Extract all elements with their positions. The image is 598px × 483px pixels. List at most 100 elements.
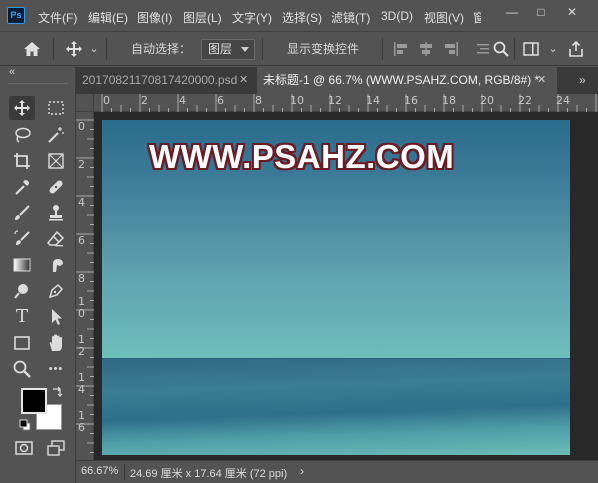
divider [8, 83, 68, 84]
pen-tool[interactable] [43, 279, 69, 303]
magic-wand-icon [48, 127, 64, 143]
status-menu-arrow-icon[interactable]: › [300, 464, 304, 478]
gradient-tool[interactable] [9, 253, 35, 277]
status-bar: 66.67% 24.69 厘米 x 17.64 厘米 (72 ppi) › [76, 460, 598, 483]
zoom-level-field[interactable]: 66.67% [81, 465, 118, 477]
align-center-icon [420, 42, 432, 56]
share-icon [569, 40, 583, 57]
eyedropper-tool[interactable] [9, 175, 35, 199]
auto-select-label: 自动选择： [131, 42, 192, 56]
type-tool[interactable]: T [9, 305, 35, 329]
frame-tool[interactable] [43, 149, 69, 173]
workspace-button[interactable] [521, 37, 541, 61]
clone-stamp-tool[interactable] [43, 201, 69, 225]
pen-icon [48, 283, 64, 299]
chevron-down-icon[interactable]: ⌄ [546, 37, 560, 61]
minimize-button[interactable]: — [501, 4, 523, 20]
ruler-label: 12 [328, 94, 342, 107]
home-button[interactable] [19, 37, 45, 61]
divider [262, 38, 263, 60]
move-tool-preset-button[interactable] [62, 37, 86, 61]
rectangle-tool[interactable] [9, 331, 35, 355]
hand-tool[interactable] [43, 331, 69, 355]
crop-tool[interactable] [9, 149, 35, 173]
tab-psd-file[interactable]: 20170821170817420000.psd ✕ [76, 67, 256, 94]
path-selection-tool[interactable] [43, 305, 69, 329]
ruler-label: 1 6 [78, 409, 85, 434]
marquee-tool[interactable] [43, 96, 69, 120]
align-right-button[interactable] [442, 37, 460, 61]
chevron-down-icon[interactable]: ⌄ [87, 37, 101, 61]
default-colors-icon[interactable] [19, 419, 31, 431]
menu-image[interactable]: 图像(I) [137, 9, 172, 26]
menu-layer[interactable]: 图层(L) [183, 9, 222, 26]
tab-untitled-1[interactable]: 未标题-1 @ 66.7% (WWW.PSAHZ.COM, RGB/8#) * … [257, 67, 557, 94]
document-tabs: 20170821170817420000.psd ✕ 未标题-1 @ 66.7%… [76, 67, 598, 94]
ruler-label: 1 2 [78, 333, 85, 358]
move-tool[interactable] [9, 96, 35, 120]
frame-icon [48, 153, 64, 169]
ruler-label: 1 0 [78, 295, 85, 320]
ruler-label: 20 [480, 94, 494, 107]
menu-3d[interactable]: 3D(D) [381, 9, 413, 23]
dodge-tool[interactable] [9, 279, 35, 303]
crop-icon [14, 153, 30, 169]
distribute-button[interactable] [475, 37, 491, 61]
menu-window[interactable]: 窗 [473, 9, 481, 26]
menu-filter[interactable]: 滤镜(T) [331, 9, 370, 26]
tab-label: 未标题-1 @ 66.7% (WWW.PSAHZ.COM, RGB/8#) * [263, 73, 540, 87]
smudge-icon [53, 259, 63, 272]
tabs-overflow-icon[interactable]: » [579, 73, 586, 87]
menu-view[interactable]: 视图(V) [424, 9, 464, 26]
chevron-down-icon [241, 47, 249, 52]
smudge-tool[interactable] [43, 253, 69, 277]
eraser-icon [47, 230, 65, 247]
menu-edit[interactable]: 编辑(E) [88, 9, 128, 26]
swap-colors-icon[interactable] [52, 386, 63, 397]
divider [382, 38, 383, 60]
menu-type[interactable]: 文字(Y) [232, 9, 272, 26]
ruler-label: 0 [103, 94, 110, 107]
collapse-panel-icon[interactable]: « [9, 66, 15, 78]
quick-mask-button[interactable] [11, 436, 37, 460]
quick-mask-icon [15, 441, 33, 455]
auto-select-target-dropdown[interactable]: 图层 [201, 39, 255, 60]
search-button[interactable] [492, 37, 510, 61]
ruler-label: 18 [442, 94, 456, 107]
share-button[interactable] [565, 37, 587, 61]
screen-mode-button[interactable] [43, 436, 69, 460]
ruler-label: 4 [179, 94, 186, 107]
history-brush-tool[interactable] [9, 227, 35, 251]
move-icon [14, 100, 30, 116]
close-window-button[interactable]: ✕ [561, 4, 583, 20]
foreground-color-swatch[interactable] [21, 388, 47, 414]
horizontal-ruler[interactable]: 0 2 4 6 8 10 12 14 16 18 20 22 24 [94, 94, 598, 112]
zoom-tool[interactable] [9, 357, 35, 381]
menu-file[interactable]: 文件(F) [38, 9, 77, 26]
align-center-button[interactable] [417, 37, 435, 61]
gradient-icon [13, 258, 31, 272]
magic-wand-tool[interactable] [43, 123, 69, 147]
close-icon[interactable]: ✕ [537, 67, 546, 94]
ruler-label: 10 [290, 94, 304, 107]
photoshop-logo-icon[interactable]: Ps [7, 7, 25, 24]
document-canvas[interactable]: WWW.PSAHZ.COM [102, 120, 570, 455]
eraser-tool[interactable] [43, 227, 69, 251]
lasso-tool[interactable] [9, 123, 35, 147]
menu-select[interactable]: 选择(S) [282, 9, 322, 26]
rectangle-icon [14, 336, 30, 350]
close-icon[interactable]: ✕ [239, 67, 248, 94]
more-tools-button[interactable]: ••• [43, 357, 69, 381]
zoom-icon [13, 360, 31, 378]
divider [53, 38, 54, 60]
maximize-button[interactable]: □ [530, 4, 552, 20]
align-left-button[interactable] [392, 37, 410, 61]
brush-tool[interactable] [9, 201, 35, 225]
watermark-text-layer[interactable]: WWW.PSAHZ.COM [149, 138, 454, 176]
vertical-ruler[interactable]: 0 2 4 6 8 1 0 1 2 1 4 1 6 [76, 112, 94, 460]
stamp-icon [49, 205, 63, 221]
healing-brush-tool[interactable] [43, 175, 69, 199]
ruler-origin[interactable] [76, 94, 94, 112]
dodge-icon [14, 284, 28, 299]
ruler-label: 2 [78, 158, 85, 171]
